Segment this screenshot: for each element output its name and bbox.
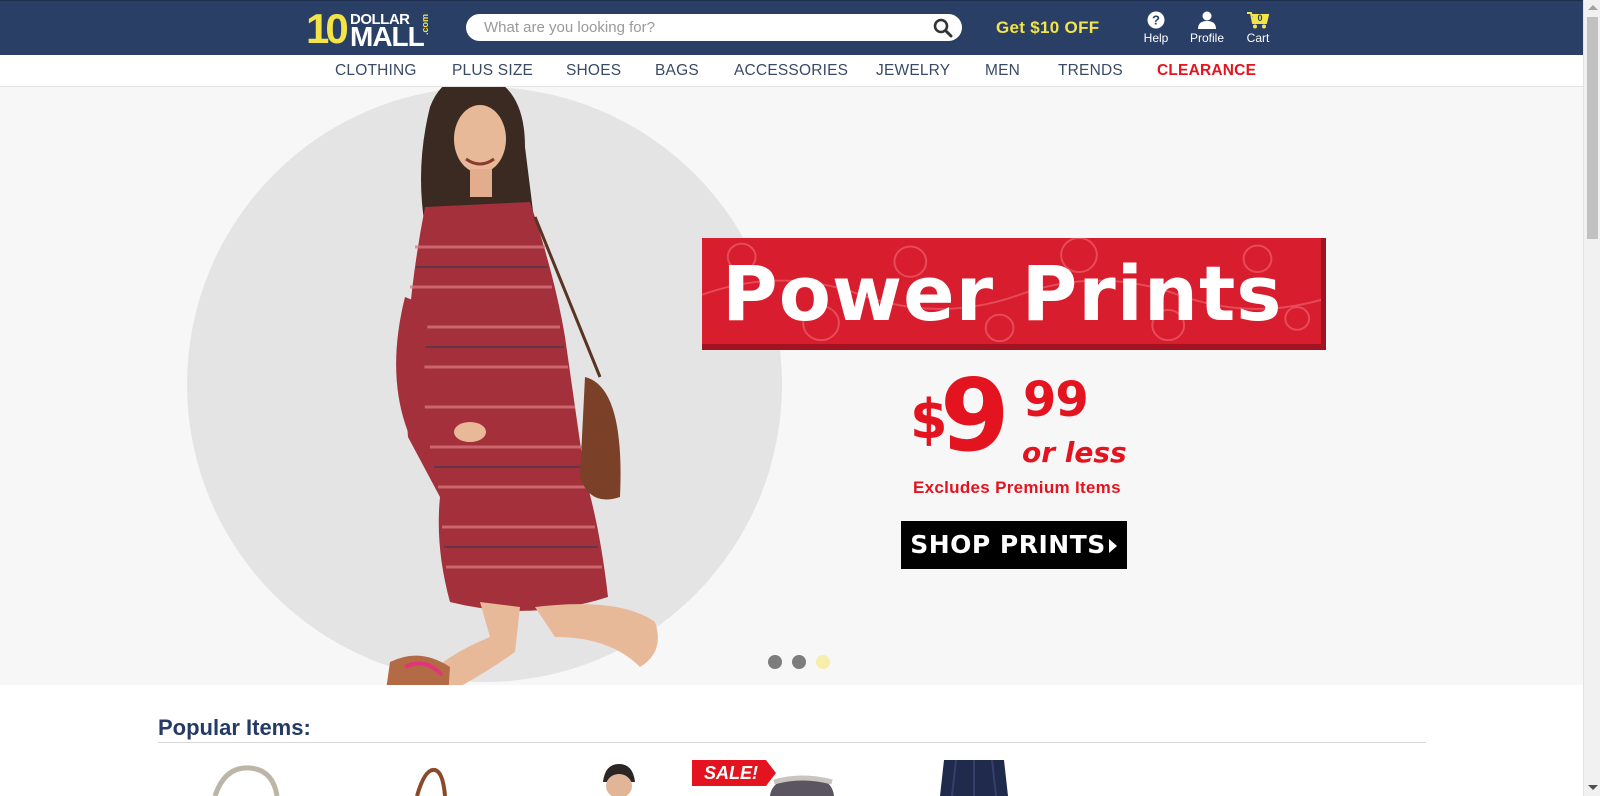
carousel-dot-1[interactable] (768, 655, 782, 669)
nav-item-clothing[interactable]: CLOTHING (335, 62, 417, 80)
profile-label: Profile (1189, 31, 1224, 45)
profile-button[interactable]: Profile (1185, 11, 1229, 51)
shop-prints-button[interactable]: SHOP PRINTS (901, 521, 1127, 569)
search-input[interactable] (484, 17, 924, 38)
cart-label: Cart (1246, 31, 1270, 45)
price-cents: 99 (1023, 372, 1089, 428)
product-thumb-man[interactable] (597, 760, 641, 796)
carousel-dot-2[interactable] (792, 655, 806, 669)
nav-item-plus-size[interactable]: PLUS SIZE (452, 62, 533, 80)
hero-note: Excludes Premium Items (913, 478, 1121, 497)
scroll-down-arrow-icon[interactable] (1588, 785, 1598, 790)
sale-badge: SALE! (692, 760, 776, 786)
shop-prints-label: SHOP PRINTS (910, 530, 1106, 559)
hero-title-band: Power Prints (702, 238, 1326, 350)
search-bar (466, 14, 962, 41)
nav-item-shoes[interactable]: SHOES (566, 62, 621, 80)
product-thumb-skirt[interactable] (936, 760, 1012, 796)
site-logo[interactable]: 10 DOLLAR MALL .com (306, 5, 432, 52)
scroll-thumb[interactable] (1587, 17, 1598, 239)
logo-ten: 10 (306, 5, 349, 52)
top-header: 10 DOLLAR MALL .com Get $10 OFF ? Help (0, 0, 1583, 55)
cart-count-badge: 0 (1257, 13, 1263, 23)
hero-price: $ 9 99 or less (910, 366, 1140, 474)
nav-item-men[interactable]: MEN (985, 62, 1020, 80)
carousel-dots (768, 655, 838, 671)
nav-item-trends[interactable]: TRENDS (1058, 62, 1123, 80)
model-image (386, 87, 658, 685)
popular-items-heading: Popular Items: (158, 715, 311, 740)
nav-item-jewelry[interactable]: JEWELRY (876, 62, 950, 80)
logo-mall: MALL (350, 21, 425, 52)
nav-item-bags[interactable]: BAGS (655, 62, 699, 80)
price-dollars: 9 (940, 357, 1010, 474)
carousel-dot-3[interactable] (816, 655, 830, 669)
logo-com: .com (420, 13, 430, 35)
hero-banner[interactable]: Power Prints $ 9 99 or less Excludes Pre… (0, 87, 1583, 685)
cart-button[interactable]: 0 Cart (1236, 11, 1280, 51)
svg-text:?: ? (1152, 13, 1160, 28)
profile-icon (1198, 11, 1216, 29)
page-scrollbar[interactable] (1583, 0, 1600, 796)
search-icon[interactable] (933, 18, 953, 38)
product-thumb-sale-boots[interactable]: SALE! (692, 760, 842, 796)
help-label: Help (1143, 31, 1169, 45)
caret-right-icon (1108, 539, 1117, 553)
popular-divider (158, 742, 1426, 743)
nav-item-accessories[interactable]: ACCESSORIES (734, 62, 848, 80)
promo-link[interactable]: Get $10 OFF (996, 18, 1099, 38)
category-nav: CLOTHING PLUS SIZE SHOES BAGS ACCESSORIE… (0, 55, 1583, 87)
help-button[interactable]: ? Help (1134, 11, 1178, 51)
price-suffix: or less (1022, 436, 1127, 469)
product-thumb-bag-1[interactable] (205, 760, 285, 796)
nav-item-clearance[interactable]: CLEARANCE (1157, 62, 1256, 80)
hero-title: Power Prints (722, 249, 1283, 338)
product-thumb-bag-2[interactable] (405, 760, 455, 796)
scroll-up-arrow-icon[interactable] (1588, 5, 1598, 10)
page: 10 DOLLAR MALL .com Get $10 OFF ? Help (0, 0, 1600, 796)
help-icon: ? (1147, 11, 1165, 29)
